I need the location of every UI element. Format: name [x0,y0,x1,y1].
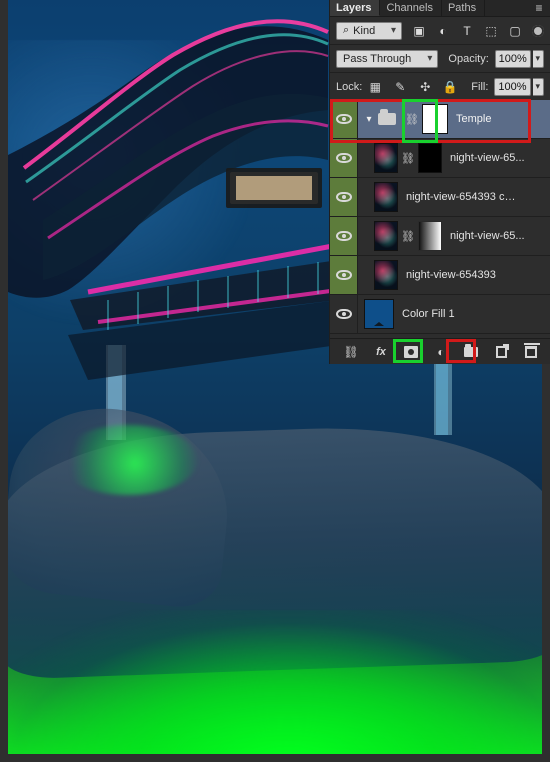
link-layers-icon[interactable]: ⛓ [343,344,359,360]
layer-mask-thumbnail[interactable] [418,221,442,251]
layer-visibility-toggle[interactable] [330,139,358,177]
layer-row-content: ▾ ⛓ Temple [358,100,550,138]
layer-name[interactable]: night-view-65... [450,152,525,164]
layer-night-view-1[interactable]: ⛓ night-view-65... [330,139,550,178]
canvas-sky-glow [8,40,248,340]
layer-name[interactable]: night-view-65... [450,230,525,242]
fill-label: Fill: [471,80,489,93]
layer-name[interactable]: Temple [456,113,491,125]
folder-icon [378,109,396,125]
fill-dropdown-button[interactable]: ▾ [532,77,544,96]
layers-list[interactable]: ▾ ⛓ Temple ⛓ night-view-65... night-view… [330,100,550,335]
layer-row-content: ⛓ night-view-65... [358,217,550,255]
chevron-down-icon: ▾ [535,81,541,91]
chevron-down-icon: ▾ [390,24,396,36]
opacity-label: Opacity: [448,52,489,65]
layer-thumbnail[interactable] [374,143,398,173]
new-layer-icon[interactable] [493,343,509,360]
fx-icon[interactable]: fx [373,344,389,360]
layer-night-view-base[interactable]: night-view-654393 [330,256,550,295]
filter-row: ⌕ Kind ▾ ▣ ◐ T ⬚ ▢ [330,17,550,45]
blend-mode-dropdown[interactable]: Pass Through ▾ [336,49,439,68]
group-disclosure-icon[interactable]: ▾ [364,114,374,125]
layer-night-view-copy[interactable]: night-view-654393 co... [330,178,550,217]
panel-menu-icon[interactable]: ≡ [532,1,546,15]
layer-thumbnail[interactable] [374,221,398,251]
chain-link-icon: ⛓ [405,113,419,126]
fill-field[interactable]: 100% [494,77,531,96]
blend-row: Pass Through ▾ Opacity: 100% ▾ [330,45,550,73]
layer-thumbnail[interactable] [374,260,398,290]
layer-row-content: Color Fill 1 [358,295,550,333]
canvas-ground-glow [8,610,542,754]
photoshop-workspace: Layers Channels Paths ≡ ⌕ Kind ▾ ▣ ◐ T ⬚… [0,0,550,762]
search-icon: ⌕ [343,24,350,36]
folder-icon [464,343,478,357]
filter-toggle[interactable] [532,24,544,37]
opacity-dropdown-button[interactable]: ▾ [532,49,544,68]
lock-image-icon[interactable]: ✎ [393,80,407,94]
lock-transparency-icon[interactable]: ▦ [368,80,382,94]
opacity-field[interactable]: 100% [494,49,531,68]
new-layer-shape [495,343,509,358]
new-group-icon[interactable] [463,343,479,360]
tab-layers[interactable]: Layers [330,0,381,16]
layer-name[interactable]: night-view-654393 [406,269,496,281]
lock-all-icon[interactable]: 🔒 [443,80,458,94]
layer-thumbnail[interactable] [374,182,398,212]
smart-object-filter-icon[interactable]: ▢ [508,24,522,38]
eye-icon [335,153,352,163]
lock-label: Lock: [336,80,363,93]
layer-visibility-toggle[interactable] [330,217,358,255]
layer-visibility-toggle[interactable] [330,295,358,333]
layer-visibility-toggle[interactable] [330,178,358,216]
layer-name[interactable]: night-view-654393 co... [406,191,518,203]
lock-icons: ▦ ✎ ✣ 🔒 [368,80,458,94]
layer-mask-thumbnail[interactable] [418,143,442,173]
layer-visibility-toggle[interactable] [330,100,358,138]
eye-icon [335,192,352,202]
layer-row-content: night-view-654393 co... [358,178,550,216]
filter-kind-dropdown[interactable]: ⌕ Kind ▾ [336,21,402,40]
layers-panel: Layers Channels Paths ≡ ⌕ Kind ▾ ▣ ◐ T ⬚… [329,0,550,364]
type-filter-icon[interactable]: T [460,24,474,38]
layer-row-content: night-view-654393 [358,256,550,294]
panel-tabs: Layers Channels Paths ≡ [330,0,550,17]
tab-paths[interactable]: Paths [441,0,486,16]
filter-icons: ▣ ◐ T ⬚ ▢ [412,24,544,38]
chain-link-icon: ⛓ [401,152,415,165]
trash-icon [524,342,540,358]
layers-panel-bottom-bar: ⛓ fx ◐ [330,338,550,364]
chevron-down-icon: ▾ [427,52,433,64]
chevron-down-icon: ▾ [535,53,541,63]
layer-group-temple[interactable]: ▾ ⛓ Temple [330,100,550,139]
layer-mask-thumbnail[interactable] [422,104,448,134]
lock-row: Lock: ▦ ✎ ✣ 🔒 Fill: 100% ▾ [330,73,550,101]
tab-channels[interactable]: Channels [380,0,442,16]
eye-icon [335,309,352,319]
eye-icon [335,114,352,124]
mask-icon [404,345,418,358]
canvas-green-glow [58,425,198,495]
blend-mode-value: Pass Through [343,52,412,65]
adjustment-filter-icon[interactable]: ◐ [436,24,450,38]
layer-row-content: ⛓ night-view-65... [358,139,550,177]
layer-night-view-2[interactable]: ⛓ night-view-65... [330,217,550,256]
lock-position-icon[interactable]: ✣ [418,80,432,94]
layer-visibility-toggle[interactable] [330,256,358,294]
pixel-filter-icon[interactable]: ▣ [412,24,426,38]
shape-filter-icon[interactable]: ⬚ [484,24,498,38]
eye-icon [335,270,352,280]
add-mask-icon[interactable] [403,344,419,360]
filter-kind-label: Kind [353,24,376,37]
adjustment-layer-icon[interactable]: ◐ [433,344,449,360]
layer-name[interactable]: Color Fill 1 [402,308,455,320]
layer-color-fill[interactable]: Color Fill 1 [330,295,550,334]
eye-icon [335,231,352,241]
color-fill-thumbnail[interactable] [364,299,394,329]
delete-layer-icon[interactable] [523,342,540,360]
chain-link-icon: ⛓ [401,230,415,243]
